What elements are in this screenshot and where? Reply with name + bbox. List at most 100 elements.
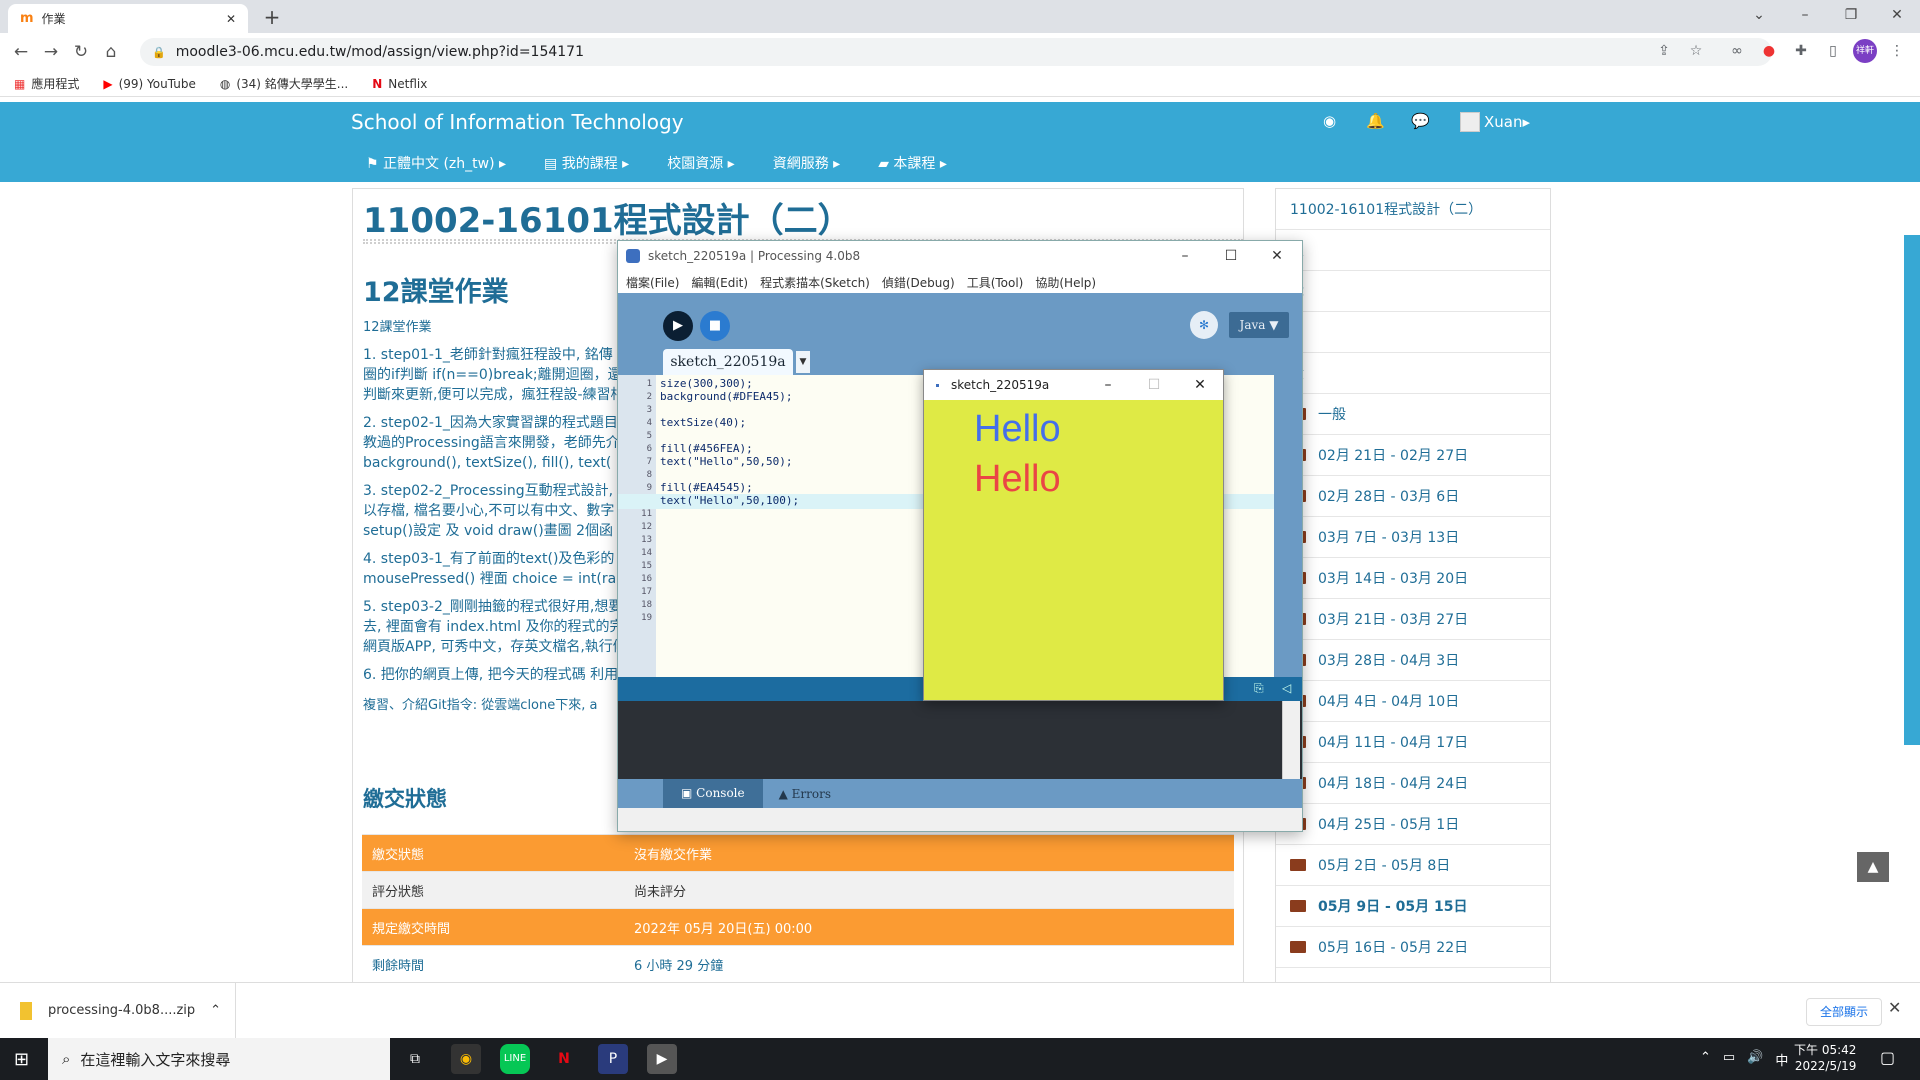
close-tab-icon[interactable]: ✕ <box>226 12 236 26</box>
sidebar-item[interactable]: 04月 11日 - 04月 17日 <box>1276 722 1550 763</box>
nav-my-courses[interactable]: ▤ 我的課程 ▸ <box>544 153 629 173</box>
bookmark-star-icon[interactable]: ☆ <box>1684 39 1708 63</box>
code-line[interactable]: text("Hello",50,50); <box>660 455 792 468</box>
nav-services[interactable]: 資網服務 ▸ <box>773 153 840 173</box>
minimize-button[interactable]: – <box>1085 370 1131 400</box>
sidebar-item[interactable]: 03月 21日 - 03月 27日 <box>1276 599 1550 640</box>
console-scrollbar[interactable] <box>1282 701 1300 779</box>
netflix-app-icon[interactable]: N <box>549 1044 579 1074</box>
show-all-downloads-button[interactable]: 全部顯示 <box>1806 998 1882 1026</box>
share-icon[interactable]: ⇪ <box>1652 39 1676 63</box>
user-menu[interactable]: Xuan ▸ <box>1460 112 1530 132</box>
forward-icon[interactable]: → <box>36 42 66 62</box>
puzzle-icon[interactable]: ✚ <box>1789 39 1813 63</box>
sidebar-item[interactable]: 03月 14日 - 03月 20日 <box>1276 558 1550 599</box>
chrome-icon[interactable]: ◉ <box>451 1044 481 1074</box>
sidebar-item[interactable]: 章 <box>1276 271 1550 312</box>
taskbar-search[interactable]: ⌕ 在這裡輸入文字來搜尋 <box>48 1038 390 1080</box>
sidebar-item[interactable]: 04月 25日 - 05月 1日 <box>1276 804 1550 845</box>
maximize-button[interactable]: ☐ <box>1208 241 1254 271</box>
sidebar-item[interactable]: 03月 7日 - 03月 13日 <box>1276 517 1550 558</box>
minimize-button[interactable]: – <box>1782 0 1828 30</box>
chevron-up-icon[interactable]: ⌃ <box>210 1003 221 1018</box>
sidebar-item[interactable]: 05月 9日 - 05月 15日 <box>1276 886 1550 927</box>
tab-search-icon[interactable]: ⌄ <box>1736 0 1782 30</box>
browser-tab[interactable]: m 作業 ✕ <box>8 4 248 33</box>
site-name[interactable]: School of Information Technology <box>351 110 684 134</box>
sidebar-item[interactable]: 員 <box>1276 230 1550 271</box>
close-download-bar-icon[interactable]: ✕ <box>1888 998 1901 1017</box>
bookmark-netflix[interactable]: N Netflix <box>372 77 427 91</box>
line-app-icon[interactable]: LINE <box>500 1044 530 1074</box>
sidebar-item[interactable]: 04月 18日 - 04月 24日 <box>1276 763 1550 804</box>
close-button[interactable]: ✕ <box>1177 370 1223 400</box>
sidepanel-icon[interactable]: ▯ <box>1821 39 1845 63</box>
bell-icon[interactable]: 🔔 <box>1366 112 1385 130</box>
restore-button[interactable]: ❐ <box>1828 0 1874 30</box>
back-icon[interactable]: ← <box>6 42 36 62</box>
debug-butterfly-icon[interactable]: ✻ <box>1190 311 1218 339</box>
sidebar-item[interactable]: 績 <box>1276 353 1550 394</box>
errors-tab[interactable]: ▲ Errors <box>779 787 831 801</box>
bookmark-youtube[interactable]: ▶ (99) YouTube <box>103 77 195 91</box>
mode-select[interactable]: Java ▼ <box>1229 312 1289 338</box>
extension-icon[interactable]: ∞ <box>1725 39 1749 63</box>
nav-language[interactable]: ⚑ 正體中文 (zh_tw) ▸ <box>366 153 506 173</box>
collapse-icon[interactable]: ◁ <box>1282 681 1291 695</box>
code-line[interactable]: size(300,300); <box>660 377 753 390</box>
menu-item[interactable]: 工具(Tool) <box>967 274 1024 291</box>
profile-avatar[interactable]: 祥軒 <box>1853 39 1877 63</box>
reload-icon[interactable]: ↻ <box>66 42 96 62</box>
stop-button[interactable]: ■ <box>700 311 730 341</box>
new-tab-button[interactable]: + <box>258 4 286 30</box>
close-button[interactable]: ✕ <box>1254 241 1300 271</box>
volume-icon[interactable]: 🔊 <box>1747 1050 1763 1069</box>
sidebar-item[interactable]: 力 <box>1276 312 1550 353</box>
opera-extension-icon[interactable]: ● <box>1757 39 1781 63</box>
sidebar-item[interactable]: 11002-16101程式設計（二） <box>1276 189 1550 230</box>
copy-icon[interactable]: ⎘ <box>1254 681 1264 696</box>
sidebar-item[interactable]: 一般 <box>1276 394 1550 435</box>
tab-dropdown-icon[interactable]: ▼ <box>796 351 810 373</box>
home-icon[interactable]: ⌂ <box>96 42 126 62</box>
menu-kebab-icon[interactable]: ⋮ <box>1885 39 1909 63</box>
scroll-top-button[interactable]: ▲ <box>1857 852 1889 882</box>
menu-item[interactable]: 檔案(File) <box>626 274 679 291</box>
nav-this-course[interactable]: ▰ 本課程 ▸ <box>878 153 947 173</box>
chevron-up-icon[interactable]: ⌃ <box>1700 1050 1711 1069</box>
run-button[interactable]: ▶ <box>663 311 693 341</box>
menu-item[interactable]: 編輯(Edit) <box>691 274 748 291</box>
target-icon[interactable]: ◉ <box>1323 112 1336 130</box>
download-item[interactable]: processing-4.0b8....zip ⌃ <box>0 982 236 1039</box>
menu-item[interactable]: 協助(Help) <box>1035 274 1096 291</box>
minimize-button[interactable]: – <box>1162 241 1208 271</box>
sketch-tab[interactable]: sketch_220519a <box>663 349 793 375</box>
sidebar-item[interactable]: 05月 16日 - 05月 22日 <box>1276 927 1550 968</box>
sidebar-item[interactable]: 02月 21日 - 02月 27日 <box>1276 435 1550 476</box>
ime-indicator[interactable]: 中 <box>1775 1050 1788 1069</box>
code-line[interactable]: fill(#EA4545); <box>660 481 753 494</box>
sidebar-item[interactable]: 05月 2日 - 05月 8日 <box>1276 845 1550 886</box>
taskbar-clock[interactable]: 下午 05:42 2022/5/19 <box>1794 1042 1856 1074</box>
console-output[interactable] <box>618 701 1302 779</box>
chat-icon[interactable]: 💬 <box>1411 112 1430 130</box>
battery-icon[interactable]: ▭ <box>1723 1050 1735 1069</box>
console-tab[interactable]: ▣ Console <box>663 779 763 808</box>
menu-item[interactable]: 程式素描本(Sketch) <box>760 274 870 291</box>
bookmark-mcu[interactable]: ◍ (34) 銘傳大學學生... <box>220 75 348 92</box>
menu-item[interactable]: 偵錯(Debug) <box>882 274 955 291</box>
editor-scrollbar[interactable] <box>1274 375 1302 677</box>
code-line[interactable]: fill(#456FEA); <box>660 442 753 455</box>
page-scrollbar[interactable] <box>1904 235 1920 745</box>
notification-icon[interactable]: ▢ <box>1880 1048 1895 1067</box>
processing-app-icon[interactable]: P <box>598 1044 628 1074</box>
sidebar-item[interactable]: 04月 4日 - 04月 10日 <box>1276 681 1550 722</box>
sidebar-item[interactable]: 02月 28日 - 03月 6日 <box>1276 476 1550 517</box>
code-line[interactable]: text("Hello",50,100); <box>660 494 799 507</box>
close-window-button[interactable]: ✕ <box>1874 0 1920 30</box>
address-bar[interactable]: 🔒 moodle3-06.mcu.edu.tw/mod/assign/view.… <box>140 38 1772 66</box>
windows-start-icon[interactable]: ⊞ <box>14 1049 29 1070</box>
code-line[interactable]: textSize(40); <box>660 416 746 429</box>
bookmark-apps[interactable]: ▦ 應用程式 <box>14 75 79 92</box>
code-line[interactable]: background(#DFEA45); <box>660 390 792 403</box>
